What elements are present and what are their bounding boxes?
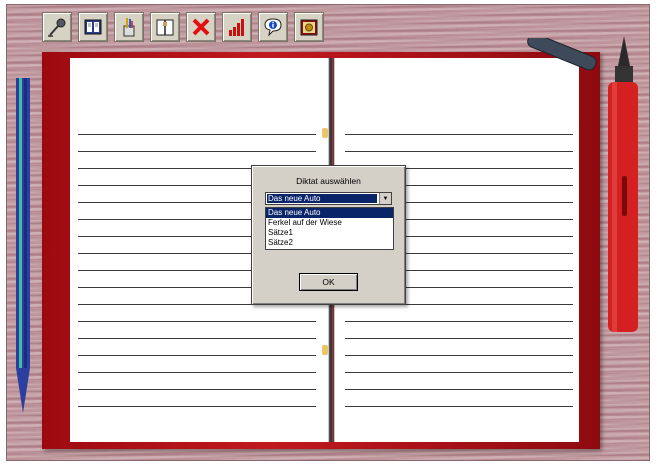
- chevron-down-icon: ▼: [382, 195, 389, 202]
- ok-button[interactable]: OK: [299, 273, 358, 291]
- pen-cap-icon: [527, 38, 597, 71]
- info-icon: [264, 18, 282, 37]
- spine-stitch: [322, 345, 328, 355]
- microphone-icon: [48, 18, 66, 37]
- info-button[interactable]: [258, 12, 288, 42]
- pencil-icon: [16, 78, 30, 413]
- bar-chart-icon: [229, 19, 244, 36]
- dialog-title: Diktat auswählen: [296, 176, 361, 186]
- open-book-icon: [156, 19, 174, 36]
- book-button[interactable]: [78, 12, 108, 42]
- close-x-icon: [192, 18, 210, 36]
- open-book-button[interactable]: [150, 12, 180, 42]
- dictation-options-list: Das neue Auto Ferkel auf der Wiese Sätze…: [265, 207, 394, 250]
- list-option[interactable]: Sätze2: [266, 238, 393, 248]
- dictation-combobox[interactable]: Das neue Auto ▼: [265, 192, 392, 205]
- list-option[interactable]: Sätze1: [266, 228, 393, 238]
- microphone-button[interactable]: [42, 12, 72, 42]
- camera-button[interactable]: [294, 12, 324, 42]
- spine-stitch: [322, 128, 328, 138]
- statistics-button[interactable]: [222, 12, 252, 42]
- select-dictation-dialog: Diktat auswählen Das neue Auto ▼ Das neu…: [251, 165, 406, 305]
- pencil-cup-button[interactable]: [114, 12, 144, 42]
- dropdown-button[interactable]: ▼: [379, 193, 391, 204]
- camera-icon: [300, 19, 318, 36]
- fountain-pen-icon: [608, 36, 638, 332]
- book-icon: [84, 19, 102, 35]
- list-option[interactable]: Ferkel auf der Wiese: [266, 218, 393, 228]
- pencil-cup-icon: [123, 18, 135, 37]
- close-button[interactable]: [186, 12, 216, 42]
- combobox-value: Das neue Auto: [267, 194, 377, 203]
- toolbar: [42, 12, 324, 44]
- list-option[interactable]: Das neue Auto: [266, 208, 393, 218]
